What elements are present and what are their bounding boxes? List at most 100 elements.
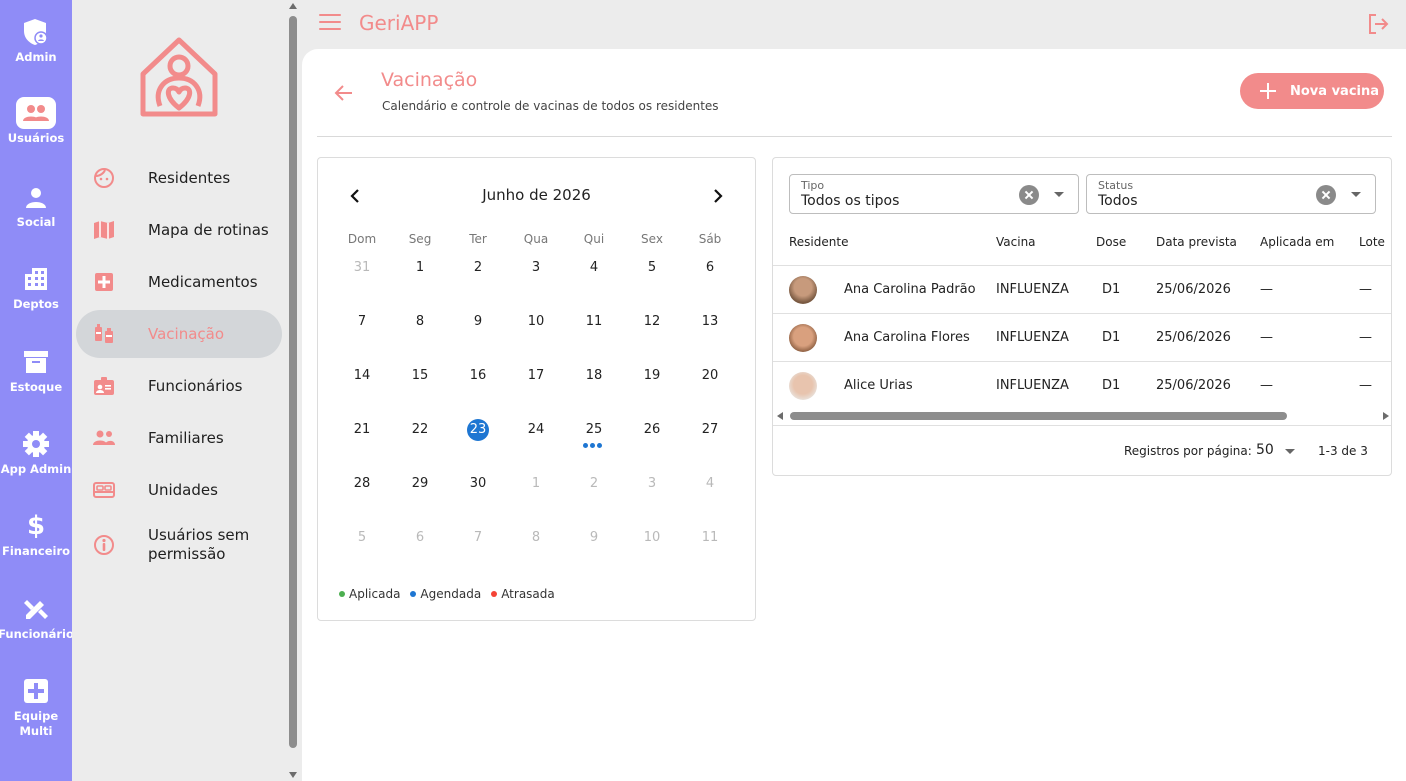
legend-dot (339, 591, 345, 597)
calendar-day[interactable]: 2 (574, 472, 614, 496)
nav-item-mapa-de-rotinas[interactable]: Mapa de rotinas (76, 206, 282, 254)
calendar-day[interactable]: 21 (342, 418, 382, 442)
clear-icon[interactable] (1316, 185, 1336, 205)
calendar-day[interactable]: 29 (400, 472, 440, 496)
chevron-down-icon[interactable] (1285, 449, 1295, 454)
back-arrow-icon[interactable] (332, 81, 356, 105)
chevron-right-icon[interactable] (711, 188, 723, 203)
calendar-day[interactable]: 3 (632, 472, 672, 496)
scrollbar-thumb[interactable] (289, 16, 297, 748)
calendar-day[interactable]: 17 (516, 364, 556, 388)
calendar-day[interactable]: 11 (690, 526, 730, 550)
nav-item-residentes[interactable]: Residentes (76, 154, 282, 202)
table-horizontal-scrollbar[interactable] (773, 409, 1391, 423)
calendar-day[interactable]: 31 (342, 256, 382, 280)
calendar-day[interactable]: 4 (574, 256, 614, 280)
scrollbar-thumb[interactable] (790, 412, 1287, 420)
column-header-vacina[interactable]: Vacina (996, 235, 1036, 249)
rail-item-equipe-multi[interactable]: Equipe Multi (0, 675, 72, 739)
rail-item-admin[interactable]: Admin (0, 16, 72, 65)
table-row[interactable]: Alice Urias INFLUENZA D1 25/06/2026 — — (773, 362, 1391, 410)
rail-item-app-admin[interactable]: App Admin (0, 428, 72, 477)
calendar-day[interactable]: 10 (516, 310, 556, 334)
scroll-left-arrow-icon[interactable] (777, 412, 783, 420)
status-filter[interactable]: Status Todos (1086, 174, 1376, 214)
cell-vacina: INFLUENZA (996, 378, 1069, 393)
rail-item-deptos[interactable]: Deptos (0, 263, 72, 312)
scroll-up-arrow-icon[interactable] (289, 3, 297, 9)
nav-item-unidades[interactable]: Unidades (76, 466, 282, 514)
calendar-day[interactable]: 18 (574, 364, 614, 388)
scroll-down-arrow-icon[interactable] (289, 772, 297, 778)
column-header-dose[interactable]: Dose (1096, 235, 1126, 249)
calendar-day[interactable]: 5 (632, 256, 672, 280)
rail-item-usuarios[interactable]: Usuários (0, 97, 72, 146)
calendar-day[interactable]: 27 (690, 418, 730, 442)
nav-item-familiares[interactable]: Familiares (76, 414, 282, 462)
gear-icon (16, 428, 56, 460)
chevron-down-icon[interactable] (1054, 192, 1064, 197)
nav-item-medicamentos[interactable]: Medicamentos (76, 258, 282, 306)
vaccine-icon (92, 322, 116, 346)
rail-item-financeiro[interactable]: $ Financeiro (0, 510, 72, 559)
calendar-day[interactable]: 20 (690, 364, 730, 388)
column-header-data-prevista[interactable]: Data prevista (1156, 235, 1237, 249)
calendar-day[interactable]: 26 (632, 418, 672, 442)
nav-item-vacinacao[interactable]: Vacinação (76, 310, 282, 358)
calendar-day[interactable]: 9 (574, 526, 614, 550)
calendar-day[interactable]: 15 (400, 364, 440, 388)
calendar-day[interactable]: 24 (516, 418, 556, 442)
calendar-day[interactable]: 14 (342, 364, 382, 388)
calendar-day[interactable]: 7 (458, 526, 498, 550)
calendar-day[interactable]: 22 (400, 418, 440, 442)
calendar-day[interactable]: 1 (400, 256, 440, 280)
sidebar-scrollbar[interactable] (286, 0, 300, 781)
calendar-day[interactable]: 6 (400, 526, 440, 550)
column-header-residente[interactable]: Residente (789, 235, 848, 249)
rail-item-estoque[interactable]: Estoque (0, 346, 72, 395)
calendar-day[interactable]: 8 (400, 310, 440, 334)
calendar-day[interactable]: 10 (632, 526, 672, 550)
rail-item-social[interactable]: Social (0, 181, 72, 230)
pencil-ruler-icon (16, 593, 56, 625)
app-title: GeriAPP (359, 11, 439, 35)
scheduled-dot (597, 443, 602, 448)
calendar-day[interactable]: 4 (690, 472, 730, 496)
calendar-day[interactable]: 6 (690, 256, 730, 280)
calendar-day[interactable]: 28 (342, 472, 382, 496)
calendar-day[interactable]: 12 (632, 310, 672, 334)
rows-per-page-select[interactable]: 50 (1256, 442, 1274, 458)
calendar-day-today[interactable]: 23 (458, 418, 498, 442)
new-vaccine-button[interactable]: Nova vacina (1240, 73, 1384, 109)
calendar-day[interactable]: 30 (458, 472, 498, 496)
calendar-day[interactable]: 8 (516, 526, 556, 550)
rail-item-funcionario[interactable]: Funcionário (0, 593, 74, 642)
calendar-day[interactable]: 11 (574, 310, 614, 334)
calendar-day[interactable]: 3 (516, 256, 556, 280)
column-header-lote[interactable]: Lote (1359, 235, 1385, 249)
calendar-day[interactable]: 2 (458, 256, 498, 280)
table-row[interactable]: Ana Carolina Flores INFLUENZA D1 25/06/2… (773, 314, 1391, 362)
calendar-day[interactable]: 25 (574, 418, 614, 442)
chevron-down-icon[interactable] (1351, 192, 1361, 197)
menu-icon[interactable] (319, 14, 341, 34)
calendar-day[interactable]: 16 (458, 364, 498, 388)
calendar-day[interactable]: 5 (342, 526, 382, 550)
weekday-header: Ter (469, 232, 487, 246)
table-row[interactable]: Ana Carolina Padrão INFLUENZA D1 25/06/2… (773, 266, 1391, 314)
scroll-right-arrow-icon[interactable] (1383, 412, 1389, 420)
calendar-day[interactable]: 1 (516, 472, 556, 496)
nav-item-usuarios-sem-permissao[interactable]: Usuários sem permissão (76, 521, 282, 569)
vaccine-table-panel: Tipo Todos os tipos Status Todos Residen… (772, 157, 1392, 476)
calendar-day[interactable]: 9 (458, 310, 498, 334)
tipo-filter[interactable]: Tipo Todos os tipos (789, 174, 1079, 214)
calendar-day[interactable]: 13 (690, 310, 730, 334)
column-header-aplicada-em[interactable]: Aplicada em (1260, 235, 1334, 249)
cell-vacina: INFLUENZA (996, 282, 1069, 297)
logout-icon[interactable] (1366, 12, 1390, 36)
person-icon (16, 181, 56, 213)
calendar-day[interactable]: 19 (632, 364, 672, 388)
calendar-day[interactable]: 7 (342, 310, 382, 334)
nav-item-funcionarios[interactable]: Funcionários (76, 362, 282, 410)
clear-icon[interactable] (1019, 185, 1039, 205)
